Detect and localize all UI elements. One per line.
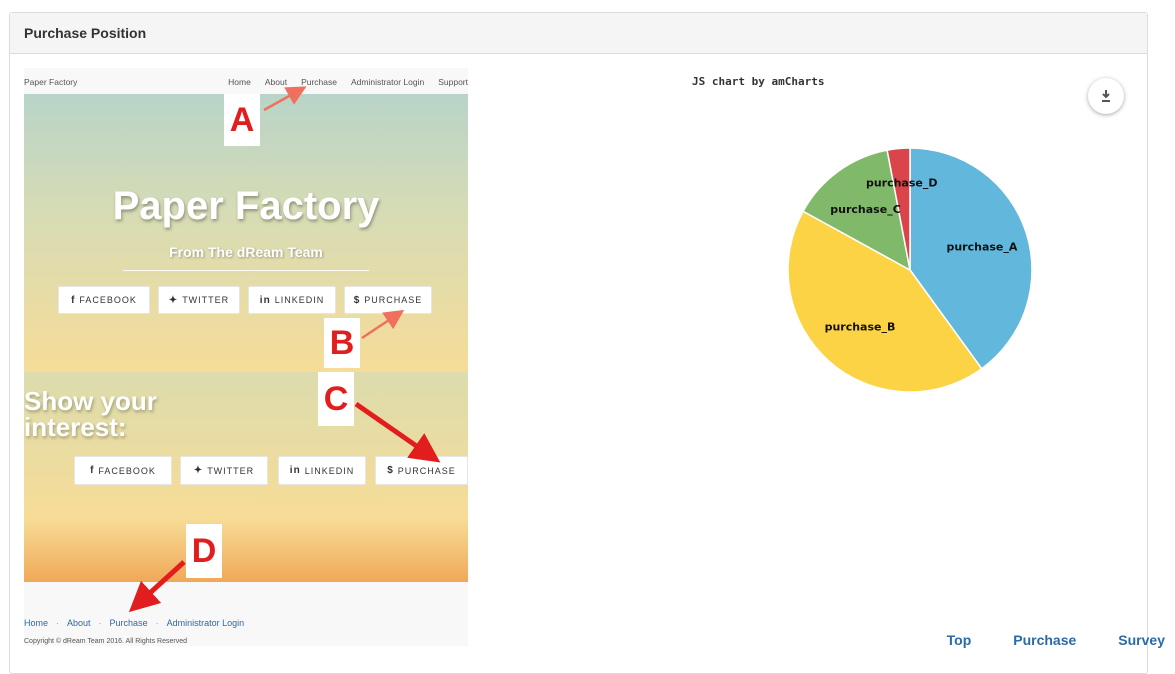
download-button[interactable] <box>1088 78 1124 114</box>
footer-link-purchase: Purchase <box>109 618 148 628</box>
pie-label-purchase-d: purchase_D <box>866 177 938 190</box>
hero-linkedin-button: in LINKEDIN <box>248 286 336 314</box>
footer-link-about: About <box>67 618 91 628</box>
hero-subtitle: From The dReam Team <box>169 244 323 260</box>
hero-linkedin-label: LINKEDIN <box>274 295 325 305</box>
annotation-label-b: B <box>324 318 360 368</box>
dollar-icon: $ <box>353 294 361 306</box>
hero-title: Paper Factory <box>112 184 380 228</box>
footer-link-admin: Administrator Login <box>166 618 245 628</box>
pie-chart: purchase_A purchase_B purchase_C purchase_D <box>787 147 1033 393</box>
twitter-icon: ✦ <box>193 465 204 476</box>
dollar-icon: $ <box>387 465 394 476</box>
footer-separator: · <box>56 618 60 628</box>
screenshot-nav-purchase: Purchase <box>301 77 337 87</box>
twitter-icon: ✦ <box>168 294 179 306</box>
bottom-nav: Top Purchase Survey <box>947 632 1165 648</box>
annotation-label-d: D <box>186 524 222 578</box>
interest-facebook-button: f FACEBOOK <box>74 456 172 485</box>
hero-purchase-button: $ PURCHASE <box>344 286 432 314</box>
facebook-icon: f <box>71 294 76 306</box>
pie-label-purchase-c: purchase_C <box>830 203 901 216</box>
linkedin-icon: in <box>259 294 271 306</box>
hero-twitter-label: TWITTER <box>182 295 230 305</box>
nav-link-purchase[interactable]: Purchase <box>1013 632 1076 648</box>
interest-linkedin-button: in LINKEDIN <box>278 456 366 485</box>
footer-copyright: Copyright © dReam Team 2016. All Rights … <box>24 638 187 645</box>
interest-linkedin-label: LINKEDIN <box>304 465 355 476</box>
nav-link-top[interactable]: Top <box>947 632 972 648</box>
interest-title: Show your interest: <box>24 388 157 440</box>
interest-purchase-button: $ PURCHASE <box>375 456 468 485</box>
footer-separator: · <box>155 618 159 628</box>
interest-title-line1: Show your <box>24 386 157 416</box>
hero-purchase-label: PURCHASE <box>364 295 423 305</box>
screenshot-interest-section: Show your interest: f FACEBOOK ✦ TWITTER… <box>24 372 468 582</box>
screenshot-nav-links: Home About Purchase Administrator Login … <box>228 77 468 87</box>
screenshot-nav-about: About <box>264 77 288 87</box>
footer-link-home: Home <box>24 618 49 628</box>
chart-credit: JS chart by amCharts <box>692 75 825 88</box>
interest-purchase-label: PURCHASE <box>397 465 456 476</box>
hero-twitter-button: ✦ TWITTER <box>158 286 240 314</box>
screenshot-nav-support: Support <box>438 77 468 87</box>
screenshot-footer: Home · About · Purchase · Administrator … <box>24 582 468 646</box>
screenshot-navbar: Paper Factory Home About Purchase Admini… <box>24 68 468 94</box>
pie-label-purchase-b: purchase_B <box>825 321 896 334</box>
hero-divider <box>123 270 369 271</box>
screenshot-brand: Paper Factory <box>24 77 78 87</box>
annotation-label-a: A <box>224 94 260 146</box>
nav-link-survey[interactable]: Survey <box>1118 632 1165 648</box>
interest-twitter-button: ✦ TWITTER <box>180 456 268 485</box>
pie-label-purchase-a: purchase_A <box>946 241 1017 254</box>
interest-facebook-label: FACEBOOK <box>98 465 156 476</box>
hero-facebook-button: f FACEBOOK <box>58 286 150 314</box>
interest-title-line2: interest: <box>24 412 127 442</box>
annotation-label-c: C <box>318 372 354 426</box>
footer-separator: · <box>98 618 102 628</box>
panel-title: Purchase Position <box>10 13 1147 54</box>
facebook-icon: f <box>90 465 95 476</box>
screenshot-nav-home: Home <box>228 77 251 87</box>
interest-twitter-label: TWITTER <box>207 465 255 476</box>
linkedin-icon: in <box>289 465 301 476</box>
website-screenshot: Paper Factory Home About Purchase Admini… <box>24 68 468 646</box>
screenshot-nav-admin: Administrator Login <box>350 77 425 87</box>
download-icon <box>1102 90 1110 102</box>
screenshot-footer-links: Home · About · Purchase · Administrator … <box>24 618 244 628</box>
hero-facebook-label: FACEBOOK <box>79 295 137 305</box>
